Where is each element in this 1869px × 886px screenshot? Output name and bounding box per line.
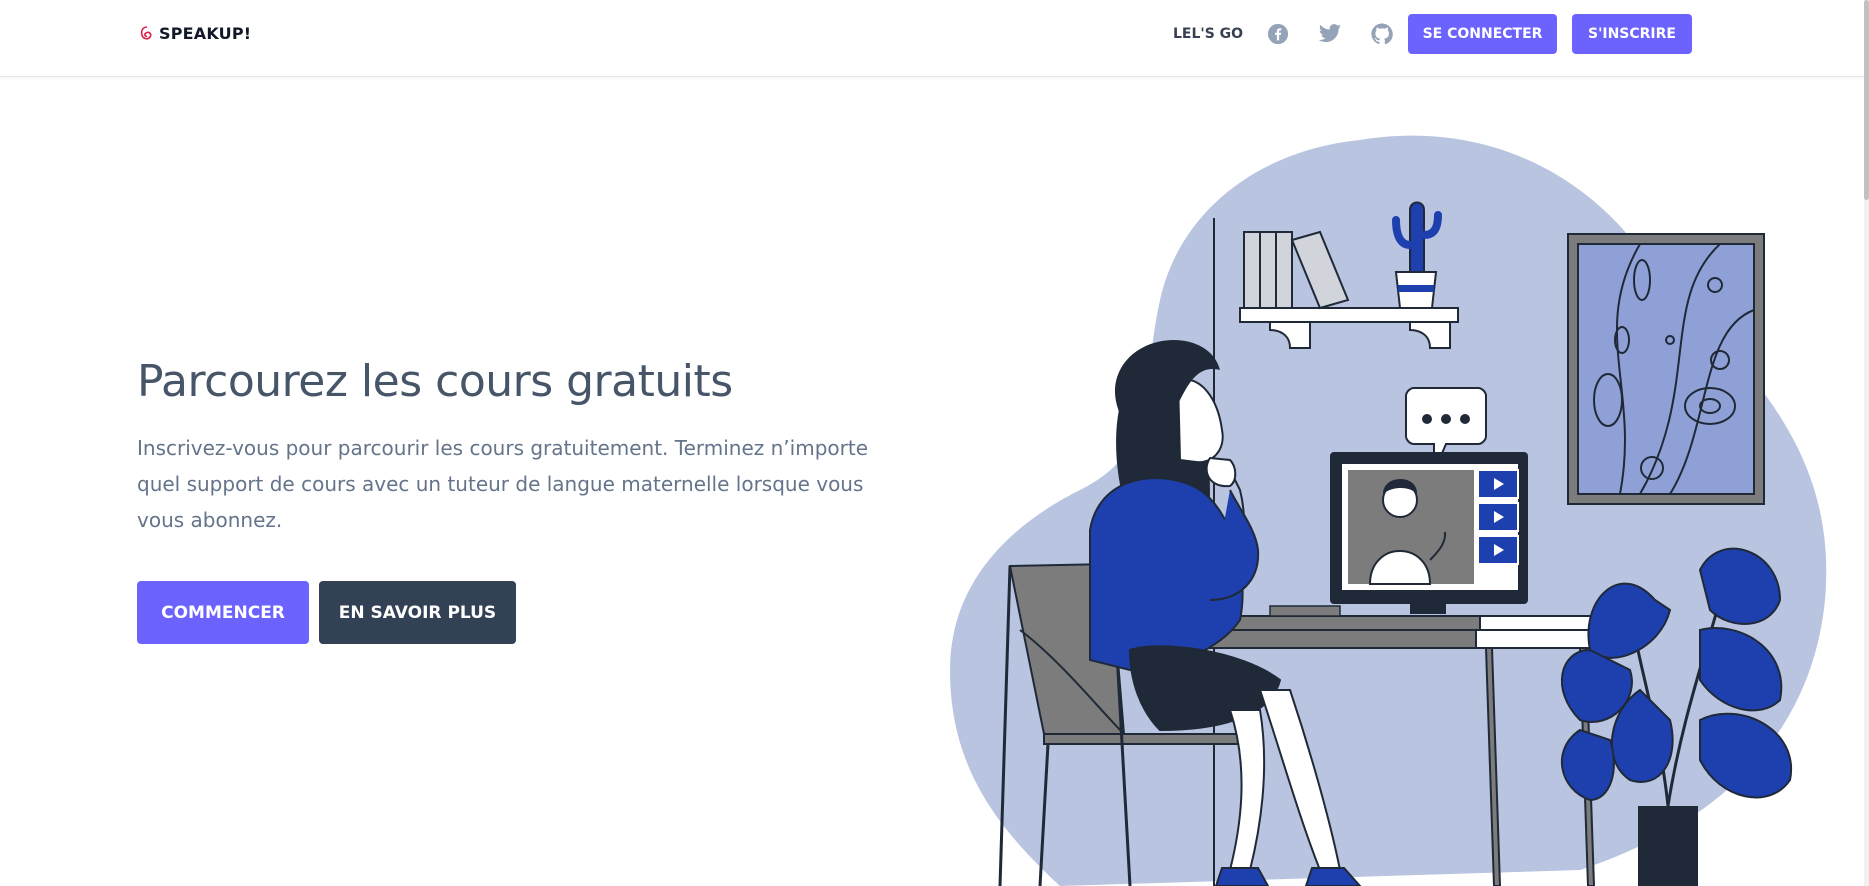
wall-painting-icon: [1567, 233, 1765, 505]
page-scrollbar[interactable]: [1864, 0, 1869, 886]
get-started-button[interactable]: COMMENCER: [137, 581, 309, 644]
signup-button[interactable]: S'INSCRIRE: [1572, 14, 1692, 54]
scrollbar-thumb[interactable]: [1864, 0, 1869, 200]
computer-monitor-icon: [1330, 452, 1528, 614]
hero-subtitle: Inscrivez-vous pour parcourir les cours …: [137, 436, 869, 532]
facebook-icon[interactable]: [1266, 22, 1290, 46]
speakup-logo-icon: [140, 25, 152, 40]
nav-link-lets-go[interactable]: LEL'S GO: [1173, 26, 1243, 42]
brand-logo[interactable]: SPEAKUP!: [139, 24, 251, 43]
login-button[interactable]: SE CONNECTER: [1408, 14, 1557, 54]
learn-more-button[interactable]: EN SAVOIR PLUS: [319, 581, 516, 644]
brand-name: SPEAKUP!: [159, 24, 252, 43]
twitter-icon[interactable]: [1318, 22, 1342, 46]
github-icon[interactable]: [1370, 22, 1394, 46]
online-learning-illustration: [950, 135, 1827, 886]
hero-title: Parcourez les cours gratuits: [137, 356, 733, 407]
navbar: SPEAKUP! LEL'S GO SE CONNECTER S'INSCRIR…: [0, 0, 1864, 77]
